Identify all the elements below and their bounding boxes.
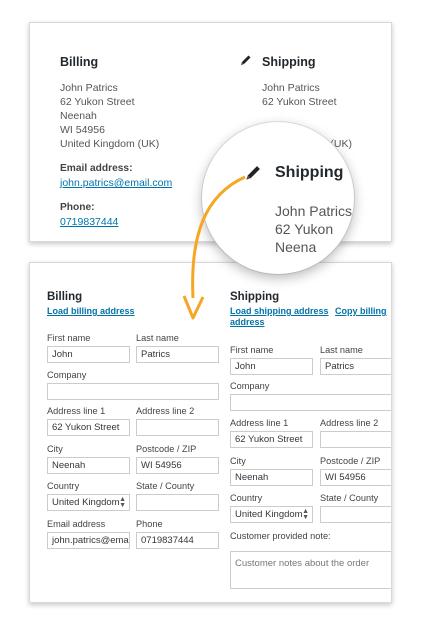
shipping-company-input[interactable]: [230, 394, 391, 411]
billing-form-title: Billing: [47, 291, 83, 303]
billing-country-select[interactable]: United Kingdom ▲ ▼: [47, 494, 130, 511]
billing-address1-input[interactable]: 62 Yukon Street: [47, 419, 130, 436]
field-label: Postcode / ZIP: [136, 444, 197, 454]
billing-state-input[interactable]: [136, 494, 219, 511]
billing-postcode-input[interactable]: WI 54956: [136, 457, 219, 474]
billing-address-line: Neenah: [60, 110, 97, 122]
billing-address-line: John Patrics: [60, 82, 118, 94]
field-label: City: [230, 456, 246, 466]
field-label: Last name: [136, 333, 179, 343]
pencil-icon[interactable]: [240, 54, 252, 66]
shipping-address-line: 62 Yukon Street: [262, 96, 337, 108]
field-label: Country: [230, 493, 263, 503]
billing-email-input[interactable]: john.patrics@emai: [47, 532, 130, 549]
field-label: State / County: [320, 493, 379, 503]
billing-address-line: United Kingdom (UK): [60, 138, 160, 150]
billing-summary: Billing John Patrics 62 Yukon Street Nee…: [60, 55, 172, 229]
field-label: Address line 2: [136, 406, 195, 416]
field-label: State / County: [136, 481, 195, 491]
magnified-address-line: John Patrics: [275, 203, 353, 219]
field-label: Phone: [136, 519, 163, 529]
select-caret-icon: ▲ ▼: [302, 508, 309, 521]
field-label: First name: [230, 345, 274, 355]
billing-country-value: United Kingdom: [52, 497, 120, 508]
field-label: Company: [47, 370, 87, 380]
shipping-country-value: United Kingdom: [235, 509, 303, 520]
shipping-form: Shipping Load shipping address Copy bill…: [230, 291, 390, 328]
field-label: Email address: [47, 519, 106, 529]
field-label: Address line 1: [230, 418, 289, 428]
billing-phone-label: Phone:: [60, 202, 95, 213]
shipping-address-line: John Patrics: [262, 82, 320, 94]
shipping-postcode-input[interactable]: WI 54956: [320, 469, 391, 486]
billing-first-name-input[interactable]: John: [47, 346, 130, 363]
pencil-icon: [245, 164, 262, 181]
shipping-address1-input[interactable]: 62 Yukon Street: [230, 431, 313, 448]
load-billing-address-link[interactable]: Load billing address: [47, 306, 135, 316]
billing-email-link[interactable]: john.patrics@email.com: [60, 176, 172, 190]
customer-note-textarea[interactable]: Customer notes about the order: [230, 551, 391, 589]
field-label: Customer provided note:: [230, 531, 331, 541]
billing-phone-input[interactable]: 0719837444: [136, 532, 219, 549]
field-label: Last name: [320, 345, 363, 355]
billing-summary-title: Billing: [60, 55, 99, 69]
shipping-city-input[interactable]: Neenah: [230, 469, 313, 486]
billing-address-line: 62 Yukon Street: [60, 96, 135, 108]
magnified-shipping-title: Shipping: [275, 164, 344, 181]
shipping-summary-title: Shipping: [262, 55, 316, 69]
magnified-address-line: 62 Yukon: [275, 221, 334, 237]
shipping-state-input[interactable]: [320, 506, 391, 523]
billing-email-label: Email address:: [60, 163, 133, 174]
billing-company-input[interactable]: [47, 383, 219, 400]
address-edit-panel: Billing Load billing address First name …: [29, 262, 392, 603]
shipping-country-select[interactable]: United Kingdom ▲ ▼: [230, 506, 313, 523]
field-label: Postcode / ZIP: [320, 456, 381, 466]
field-label: Address line 1: [47, 406, 106, 416]
magnified-address-line: Neena: [275, 239, 317, 255]
field-label: Company: [230, 381, 270, 391]
shipping-last-name-input[interactable]: Patrics: [320, 358, 391, 375]
billing-address2-input[interactable]: [136, 419, 219, 436]
billing-phone-link[interactable]: 0719837444: [60, 215, 172, 229]
shipping-first-name-input[interactable]: John: [230, 358, 313, 375]
billing-address-line: WI 54956: [60, 124, 105, 136]
select-caret-icon: ▲ ▼: [119, 496, 126, 509]
field-label: Country: [47, 481, 80, 491]
field-label: First name: [47, 333, 91, 343]
load-shipping-address-link[interactable]: Load shipping address: [230, 306, 329, 316]
billing-last-name-input[interactable]: Patrics: [136, 346, 219, 363]
shipping-form-title: Shipping: [230, 291, 280, 303]
magnified-address: John Patrics 62 Yukon Neena: [275, 202, 352, 256]
field-label: Address line 2: [320, 418, 379, 428]
billing-form: Billing Load billing address: [47, 291, 222, 317]
billing-city-input[interactable]: Neenah: [47, 457, 130, 474]
field-label: City: [47, 444, 63, 454]
shipping-address2-input[interactable]: [320, 431, 391, 448]
magnifier-zoom: Shipping John Patrics 62 Yukon Neena: [202, 122, 354, 274]
